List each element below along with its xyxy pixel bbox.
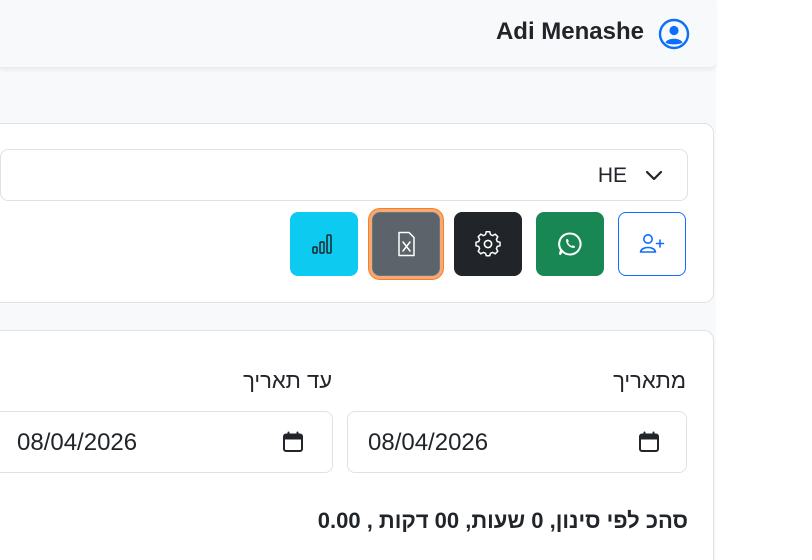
gear-icon [475,230,501,257]
stats-button[interactable] [290,212,358,276]
calendar-icon[interactable] [282,431,304,453]
top-navbar: Adi Menashe [0,0,716,68]
whatsapp-button[interactable] [536,212,604,276]
page-gutter [716,0,812,560]
file-excel-icon [398,231,415,257]
settings-button[interactable] [454,212,522,276]
chevron-down-icon [645,170,663,181]
to-date-label: עד תאריך [243,368,332,393]
to-date-input[interactable]: 08/04/2026 [0,411,333,473]
language-select[interactable]: HE [0,149,688,201]
bar-chart-icon [312,234,332,254]
from-date-label: מתאריך [613,368,686,393]
language-select-value: HE [597,164,627,187]
whatsapp-icon [558,232,582,256]
add-user-button[interactable] [618,212,686,276]
filter-summary: סהכ לפי סינון, 0 שעות, 00 דקות , 0.00 [317,508,688,533]
to-date-value: 08/04/2026 [17,429,138,456]
user-circle-icon[interactable] [658,18,690,50]
export-excel-button[interactable] [372,212,440,276]
calendar-icon[interactable] [638,431,660,453]
person-plus-icon [639,234,665,253]
from-date-value: 08/04/2026 [368,429,489,456]
user-name[interactable]: Adi Menashe [496,18,644,46]
page: Adi Menashe HE מתאריך עד תאריך 08/04/202… [0,0,812,560]
from-date-input[interactable]: 08/04/2026 [347,411,687,473]
